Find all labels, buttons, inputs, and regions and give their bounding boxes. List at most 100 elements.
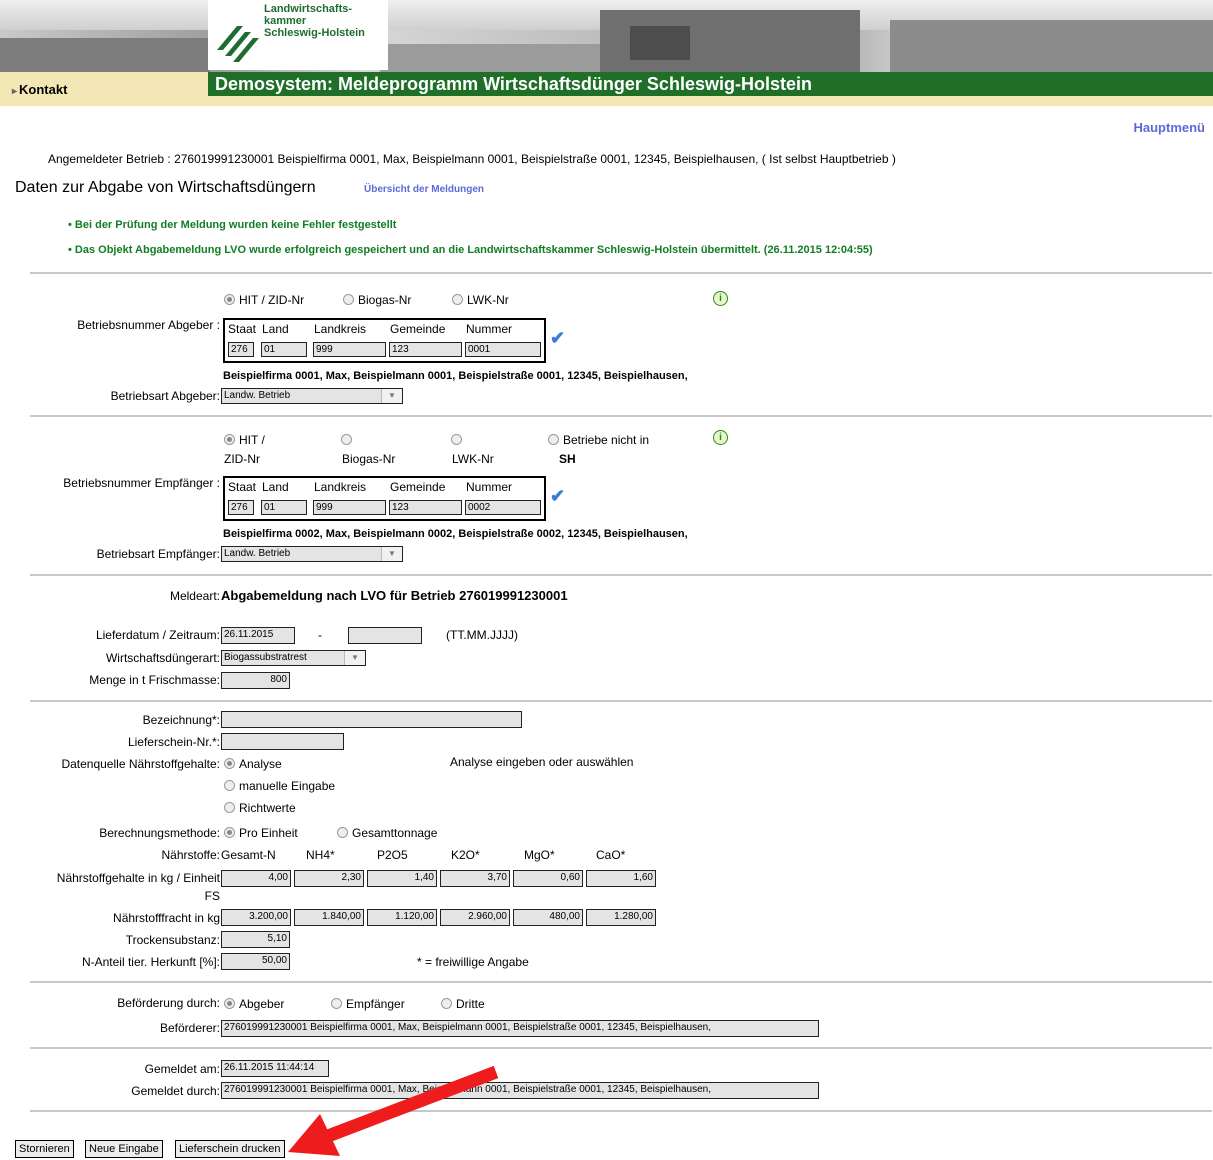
- gehalt-field[interactable]: 3,70: [440, 870, 510, 887]
- stornieren-button[interactable]: Stornieren: [15, 1140, 74, 1158]
- gehalt-field[interactable]: 2,30: [294, 870, 364, 887]
- selected-value: Landw. Betrieb: [224, 390, 291, 401]
- abgeber-gemeinde-field[interactable]: 123: [389, 342, 462, 357]
- trocken-label: Trockensubstanz:: [125, 933, 220, 947]
- radio-icon: [224, 998, 235, 1009]
- page-title-bar: Demosystem: Meldeprogramm Wirtschaftsdün…: [208, 72, 1213, 96]
- lwk-logo-icon: [217, 26, 259, 62]
- methode-radio-pro-einheit[interactable]: Pro Einheit: [224, 826, 298, 840]
- selected-value: Biogassubstratrest: [224, 652, 307, 663]
- divider: [30, 1110, 1212, 1112]
- dropdown-arrow-icon: ▼: [381, 547, 402, 561]
- lieferschein-drucken-button[interactable]: Lieferschein drucken: [175, 1140, 285, 1158]
- empfaenger-gemeinde-field[interactable]: 123: [389, 500, 462, 515]
- nav-arrow-icon: ▸: [12, 86, 18, 97]
- meldeart-label: Meldeart:: [169, 589, 220, 603]
- lieferschein-label: Lieferschein-Nr.*:: [127, 735, 220, 749]
- lieferdatum-from-field[interactable]: 26.11.2015: [221, 627, 295, 644]
- date-range-dash: -: [318, 628, 322, 642]
- abgeber-art-select[interactable]: Landw. Betrieb ▼: [221, 388, 403, 404]
- page-heading: Daten zur Abgabe von Wirtschaftsdüngern: [15, 179, 316, 196]
- gehalt-field[interactable]: 1,60: [586, 870, 656, 887]
- bezeichnung-field[interactable]: [221, 711, 522, 728]
- methode-radio-gesamt[interactable]: Gesamttonnage: [337, 826, 437, 840]
- abgeber-staat-field[interactable]: 276: [228, 342, 254, 357]
- divider: [30, 272, 1212, 274]
- empfaenger-radio-biogas-label: Biogas-Nr: [342, 452, 396, 466]
- empfaenger-radio-hit[interactable]: HIT /: [224, 433, 265, 447]
- logo-line-1: Landwirtschafts-: [264, 3, 353, 15]
- main-menu-link[interactable]: Hauptmenü: [1134, 120, 1206, 135]
- befoerderung-radio-empfaenger[interactable]: Empfänger: [331, 997, 405, 1011]
- empfaenger-landkreis-field[interactable]: 999: [313, 500, 386, 515]
- empfaenger-radio-biogas[interactable]: [341, 433, 356, 447]
- col-nummer-label: Nummer: [466, 322, 513, 336]
- radio-icon: [224, 758, 235, 769]
- datenquelle-radio-manuell[interactable]: manuelle Eingabe: [224, 779, 335, 793]
- meldeart-value: Abgabemeldung nach LVO für Betrieb 27601…: [221, 588, 568, 603]
- message-text: Bei der Prüfung der Meldung wurden keine…: [74, 219, 397, 231]
- message-text: Das Objekt Abgabemeldung LVO wurde erfol…: [74, 244, 873, 256]
- overview-link[interactable]: Übersicht der Meldungen: [364, 184, 484, 195]
- duengerart-select[interactable]: Biogassubstratrest ▼: [221, 650, 366, 666]
- datenquelle-radio-analyse[interactable]: Analyse: [224, 757, 282, 771]
- banner-machine-field: [890, 20, 1213, 72]
- empfaenger-land-field[interactable]: 01: [261, 500, 307, 515]
- neue-eingabe-button[interactable]: Neue Eingabe: [85, 1140, 163, 1158]
- nanteil-field[interactable]: 50,00: [221, 953, 290, 970]
- col-land-label: Land: [262, 480, 289, 494]
- datenquelle-radio-richtwerte[interactable]: Richtwerte: [224, 801, 296, 815]
- empfaenger-staat-field[interactable]: 276: [228, 500, 254, 515]
- abgeber-radio-lwk[interactable]: LWK-Nr: [452, 293, 509, 307]
- dropdown-arrow-icon: ▼: [381, 389, 402, 403]
- radio-icon: [224, 434, 235, 445]
- empfaenger-nummer-field[interactable]: 0002: [465, 500, 541, 515]
- menge-field[interactable]: 800: [221, 672, 290, 689]
- gehalt-field[interactable]: 0,60: [513, 870, 583, 887]
- abgeber-landkreis-field[interactable]: 999: [313, 342, 386, 357]
- abgeber-radio-hit[interactable]: HIT / ZID-Nr: [224, 293, 304, 307]
- col-landkreis-label: Landkreis: [314, 322, 367, 336]
- check-icon[interactable]: ✔: [550, 486, 565, 507]
- divider: [30, 981, 1212, 983]
- empfaenger-radio-nicht-sh[interactable]: Betriebe nicht in: [548, 433, 649, 447]
- empfaenger-radio-lwk[interactable]: [451, 433, 466, 447]
- check-icon[interactable]: ✔: [550, 328, 565, 349]
- col-gemeinde-label: Gemeinde: [390, 322, 446, 336]
- header-banner-photo: [0, 0, 1213, 72]
- stoff-header: MgO*: [524, 848, 555, 862]
- befoerderung-label: Beförderung durch:: [117, 996, 220, 1010]
- freiwillig-note: * = freiwillige Angabe: [417, 955, 529, 969]
- banner-truck: [630, 26, 690, 60]
- info-icon[interactable]: i: [713, 430, 728, 445]
- stoff-header: K2O*: [451, 848, 480, 862]
- befoerderung-radio-dritte[interactable]: Dritte: [441, 997, 485, 1011]
- empfaenger-art-label: Betriebsart Empfänger:: [96, 547, 220, 561]
- banner-field-left: [0, 38, 210, 72]
- abgeber-land-field[interactable]: 01: [261, 342, 307, 357]
- trocken-field[interactable]: 5,10: [221, 931, 290, 948]
- radio-icon: [224, 802, 235, 813]
- gehalt-field[interactable]: 4,00: [221, 870, 291, 887]
- lieferschein-field[interactable]: [221, 733, 344, 750]
- radio-icon: [224, 827, 235, 838]
- abgeber-radio-biogas[interactable]: Biogas-Nr: [343, 293, 411, 307]
- abgeber-number-label: Betriebsnummer Abgeber :: [77, 318, 220, 332]
- gehalt-field[interactable]: 1,40: [367, 870, 437, 887]
- radio-icon: [337, 827, 348, 838]
- duengerart-label: Wirtschaftsdüngerart:: [105, 651, 220, 665]
- info-icon[interactable]: i: [713, 291, 728, 306]
- empfaenger-art-select[interactable]: Landw. Betrieb ▼: [221, 546, 403, 562]
- abgeber-name: Beispielfirma 0001, Max, Beispielmann 00…: [223, 370, 688, 382]
- befoerderung-radio-abgeber[interactable]: Abgeber: [224, 997, 284, 1011]
- menge-label: Menge in t Frischmasse:: [89, 673, 220, 687]
- col-landkreis-label: Landkreis: [314, 480, 367, 494]
- nav-kontakt-link[interactable]: ▸ Kontakt: [12, 82, 67, 97]
- success-message: • Bei der Prüfung der Meldung wurden kei…: [68, 219, 396, 231]
- empfaenger-number-label: Betriebsnummer Empfänger :: [63, 476, 220, 490]
- divider: [30, 574, 1212, 576]
- lieferdatum-to-field[interactable]: [348, 627, 422, 644]
- abgeber-nummer-field[interactable]: 0001: [465, 342, 541, 357]
- selected-value: Landw. Betrieb: [224, 548, 291, 559]
- befoerderer-field[interactable]: 276019991230001 Beispielfirma 0001, Max,…: [221, 1020, 819, 1037]
